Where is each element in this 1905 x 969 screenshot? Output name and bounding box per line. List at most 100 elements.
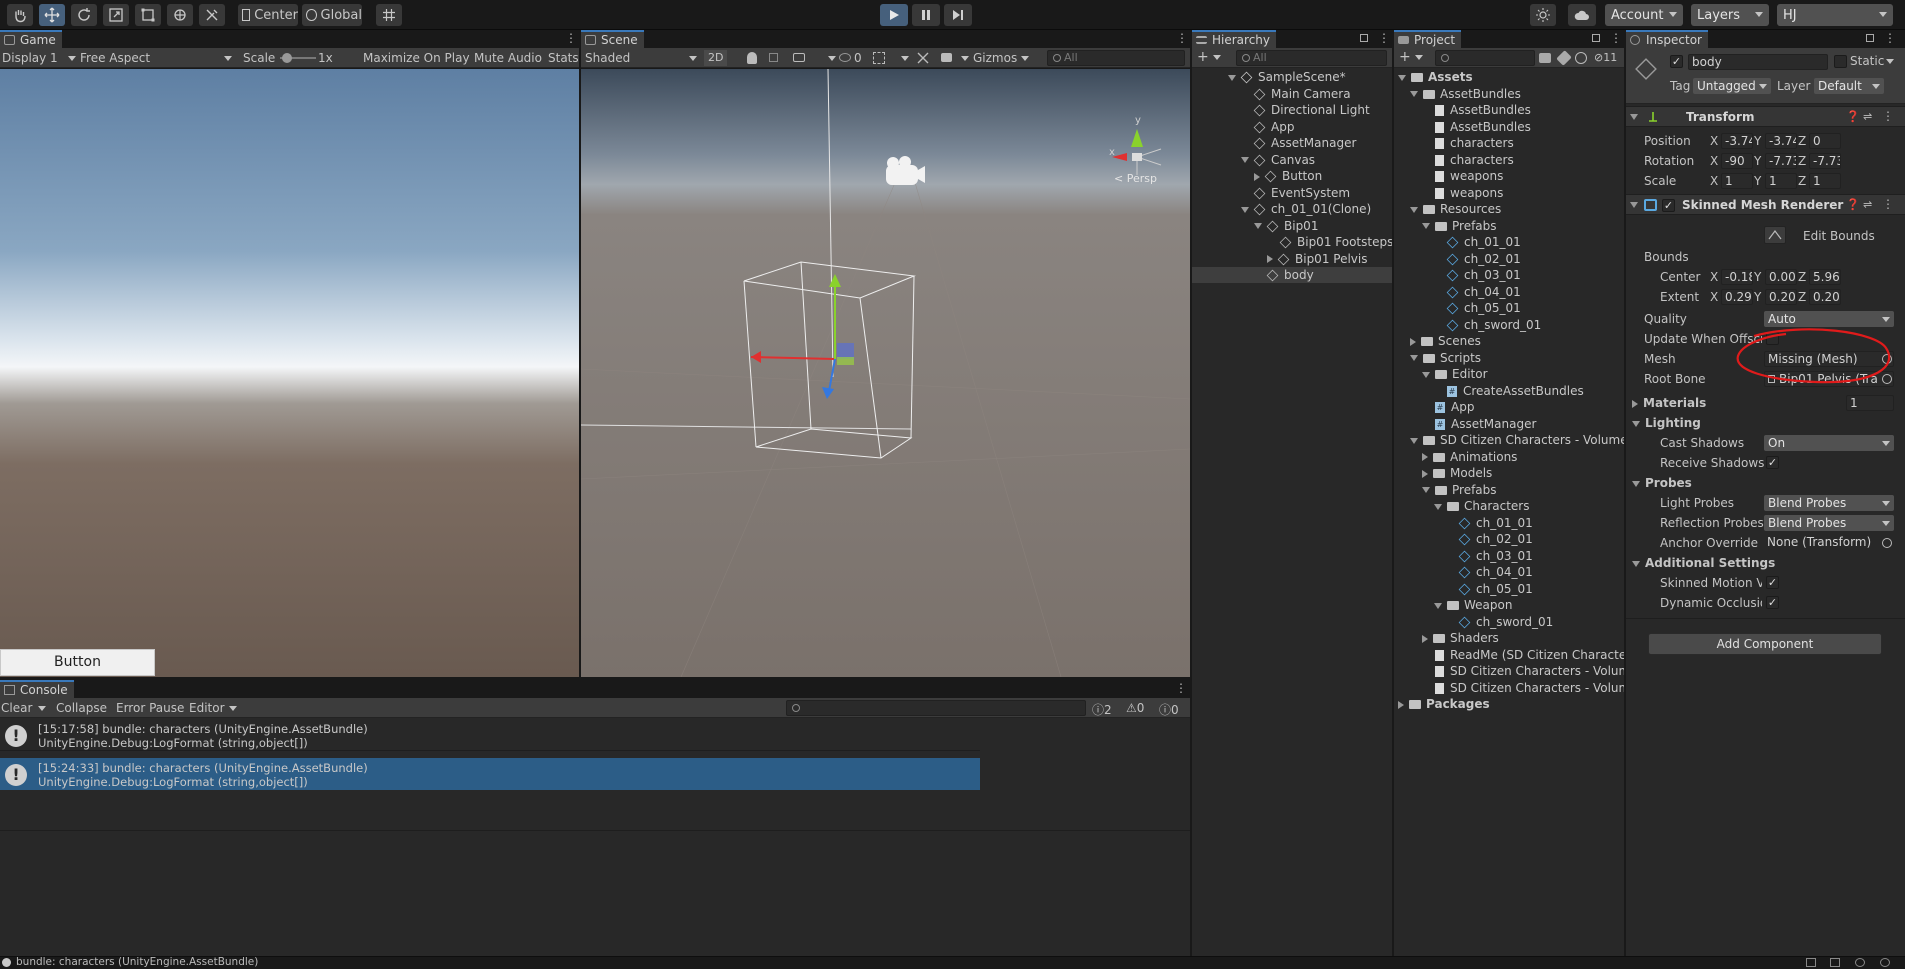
chevron-down-icon[interactable] <box>1410 437 1418 444</box>
scene-search-input[interactable]: All <box>1047 50 1185 66</box>
chevron-right-icon[interactable] <box>1422 634 1428 643</box>
camera-gizmo-icon[interactable] <box>886 156 925 185</box>
anchor-override-field[interactable]: None (Transform) <box>1764 535 1894 551</box>
chevron-down-icon[interactable] <box>1630 202 1638 208</box>
receive-shadows-checkbox[interactable]: ✓ <box>1766 456 1779 469</box>
move-tool-button[interactable] <box>39 4 65 26</box>
status-icon-4[interactable] <box>1880 958 1890 967</box>
tree-item[interactable]: ch_04_01 <box>1394 284 1624 300</box>
tree-item[interactable]: characters <box>1394 135 1624 151</box>
tree-item[interactable]: Canvas <box>1192 152 1392 168</box>
skinned-motion-vectors-checkbox[interactable]: ✓ <box>1766 576 1779 589</box>
chevron-down-icon[interactable] <box>828 56 836 61</box>
grid-toggle-icon[interactable] <box>873 52 885 64</box>
tree-item[interactable]: # App <box>1394 399 1624 415</box>
lighting-foldout[interactable]: Lighting <box>1632 416 1701 430</box>
tab-inspector[interactable]: Inspector <box>1626 30 1708 48</box>
chevron-right-icon[interactable] <box>1410 337 1416 346</box>
tree-item[interactable]: SD Citizen Characters - Volume0 <box>1394 432 1624 448</box>
axis-y-label[interactable]: Y <box>1754 290 1761 304</box>
chevron-down-icon[interactable] <box>961 56 969 61</box>
2d-mode-toggle[interactable]: 2D <box>704 50 728 66</box>
gizmos-dropdown[interactable]: Gizmos <box>973 51 1029 65</box>
extent-z-field[interactable]: 0.2089 <box>1809 289 1841 305</box>
tree-item[interactable]: AssetManager <box>1192 135 1392 151</box>
tree-item[interactable]: SampleScene* <box>1192 69 1392 85</box>
component-menu-icon[interactable]: ⋮ <box>1882 109 1894 123</box>
custom-tool-button[interactable] <box>199 4 225 26</box>
project-search-input[interactable] <box>1435 50 1535 66</box>
axis-x-label[interactable]: X <box>1710 134 1718 148</box>
error-pause-toggle[interactable]: Error Pause <box>116 701 184 715</box>
tab-hierarchy[interactable]: Hierarchy <box>1192 30 1277 48</box>
tree-item[interactable]: ch_05_01 <box>1394 300 1624 316</box>
inspector-menu-icon[interactable]: ⋮ <box>1884 32 1896 44</box>
scale-y-field[interactable]: 1 <box>1765 173 1797 189</box>
additional-settings-foldout[interactable]: Additional Settings <box>1632 556 1775 570</box>
axis-z-label[interactable]: Z <box>1798 154 1806 168</box>
chevron-down-icon[interactable] <box>1410 91 1418 97</box>
chevron-right-icon[interactable] <box>1398 700 1404 709</box>
chevron-down-icon[interactable] <box>1422 371 1430 378</box>
chevron-down-icon[interactable] <box>1254 223 1262 229</box>
tree-item[interactable]: Scripts <box>1394 350 1624 366</box>
axis-y-label[interactable]: Y <box>1754 174 1761 188</box>
lock-icon[interactable] <box>1360 34 1368 42</box>
hierarchy-search-input[interactable]: All <box>1236 50 1387 66</box>
tree-item-selected[interactable]: body <box>1192 267 1392 283</box>
position-z-field[interactable]: 0 <box>1809 133 1841 149</box>
chevron-down-icon[interactable] <box>1228 74 1236 81</box>
tools-icon[interactable] <box>917 52 929 64</box>
log-entry-selected[interactable]: ! [15:24:33] bundle: characters (UnityEn… <box>0 758 980 790</box>
cast-shadows-dropdown[interactable]: On <box>1764 435 1894 451</box>
chevron-down-icon[interactable] <box>1410 206 1418 213</box>
projection-label[interactable]: < Persp <box>1114 172 1157 185</box>
chevron-right-icon[interactable] <box>1254 172 1260 181</box>
tree-item[interactable]: Characters <box>1394 498 1624 514</box>
tree-item[interactable]: Bip01 Footsteps <box>1192 234 1392 250</box>
static-dropdown[interactable]: Static <box>1850 54 1895 68</box>
axis-z-label[interactable]: Z <box>1798 174 1806 188</box>
tree-item[interactable]: SD Citizen Characters - Volum <box>1394 663 1624 679</box>
editor-dropdown[interactable]: Editor <box>189 701 237 715</box>
pause-button[interactable] <box>912 4 940 26</box>
tree-item[interactable]: Shaders <box>1394 630 1624 646</box>
tree-item[interactable]: characters <box>1394 152 1624 168</box>
tree-item[interactable]: Main Camera <box>1192 86 1392 102</box>
center-x-field[interactable]: -0.186 <box>1721 269 1753 285</box>
materials-count-field[interactable]: 1 <box>1846 395 1894 411</box>
console-search-input[interactable] <box>786 700 1086 716</box>
chevron-down-icon[interactable] <box>1422 223 1430 229</box>
chevron-right-icon[interactable] <box>1422 453 1428 461</box>
aspect-dropdown[interactable]: Free Aspect <box>80 51 232 65</box>
tree-item[interactable]: Editor <box>1394 366 1624 382</box>
axis-z-label[interactable]: Z <box>1798 270 1806 284</box>
chevron-down-icon[interactable] <box>901 56 909 61</box>
warning-count-toggle[interactable]: ⚠0 <box>1126 701 1144 715</box>
chevron-down-icon[interactable] <box>1434 602 1442 609</box>
log-entry[interactable]: ! [15:17:58] bundle: characters (UnityEn… <box>0 719 980 751</box>
tree-item[interactable]: ch_03_01 <box>1394 267 1624 283</box>
chevron-down-icon[interactable] <box>1434 503 1442 510</box>
scene-viewport[interactable]: y x < Persp <box>581 69 1190 677</box>
tree-item[interactable]: App <box>1192 119 1392 135</box>
layout-dropdown[interactable]: HJ <box>1777 4 1893 26</box>
rotate-tool-button[interactable] <box>71 4 97 26</box>
create-button[interactable]: + <box>1197 49 1221 65</box>
tree-item[interactable]: Bip01 Pelvis <box>1192 251 1392 267</box>
pivot-space-button[interactable]: Global <box>302 4 362 26</box>
lighting-toggle-icon[interactable] <box>747 52 757 64</box>
create-asset-button[interactable]: + <box>1399 49 1423 65</box>
axis-y-label[interactable]: Y <box>1754 134 1761 148</box>
cloud-button[interactable] <box>1568 4 1596 26</box>
axis-y-label[interactable]: Y <box>1754 270 1761 284</box>
tab-game[interactable]: Game <box>0 30 62 48</box>
tree-item[interactable]: EventSystem <box>1192 185 1392 201</box>
axis-x-label[interactable]: X <box>1710 270 1718 284</box>
add-component-button[interactable]: Add Component <box>1648 633 1882 655</box>
shading-mode-dropdown[interactable]: Shaded <box>585 51 697 65</box>
lock-icon[interactable] <box>1592 34 1600 42</box>
probes-foldout[interactable]: Probes <box>1632 476 1692 490</box>
tree-item[interactable]: weapons <box>1394 168 1624 184</box>
axis-x-label[interactable]: X <box>1710 290 1718 304</box>
